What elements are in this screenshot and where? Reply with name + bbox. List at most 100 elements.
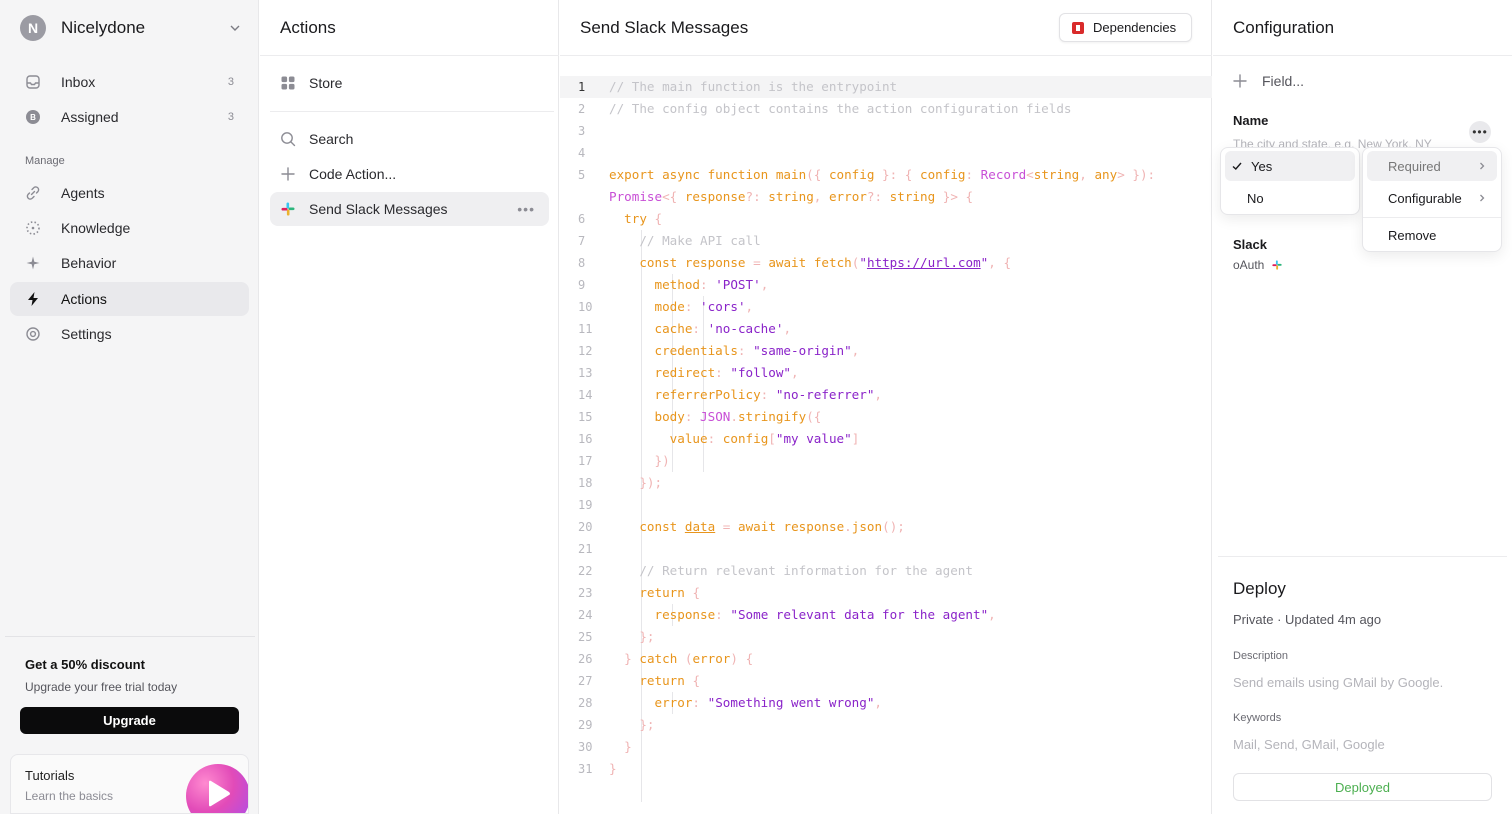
divider [1218,556,1507,557]
promo-subtitle: Upgrade your free trial today [25,680,178,694]
code-line: 27 return { [560,670,1212,692]
add-code-action-button[interactable]: Code Action... [270,157,549,191]
plus-icon [1233,74,1247,88]
field-name-label: Name [1233,113,1269,128]
tutorials-subtitle: Learn the basics [25,789,114,803]
line-number: 8 [578,256,586,270]
deploy-meta: Private · Updated 4m ago [1233,612,1382,627]
more-options-icon[interactable]: ••• [517,201,535,217]
line-number: 14 [578,388,593,402]
search-item[interactable]: Search [270,122,549,156]
slack-auth-label: oAuth [1233,258,1265,272]
search-label: Search [309,131,354,147]
line-number: 15 [578,410,593,424]
menu-item-label: Remove [1388,227,1437,243]
menu-item-label: Required [1388,158,1441,174]
sidebar-item-label: Agents [61,185,105,201]
line-number: 21 [578,542,593,556]
code-area[interactable]: 1// The main function is the entrypoint … [560,76,1212,802]
sidebar-item-inbox[interactable]: Inbox 3 [10,65,249,99]
menu-item-remove[interactable]: Remove [1367,220,1497,250]
line-number: 4 [578,146,586,160]
sidebar-item-agents[interactable]: Agents [10,176,249,210]
svg-text:B: B [30,113,36,122]
deployed-button[interactable]: Deployed [1233,773,1492,801]
npm-icon [1072,21,1084,34]
code-line: 9 method: 'POST', [560,274,1212,296]
dotted-circle-icon [25,220,41,236]
divider [560,55,1212,56]
panel-title: Configuration [1233,18,1335,37]
line-number: 10 [578,300,593,314]
action-item-label: Send Slack Messages [309,201,448,217]
tutorials-card[interactable]: Tutorials Learn the basics [10,754,249,814]
sidebar-item-settings[interactable]: Settings [10,317,249,351]
code-line: 3 [560,120,1212,142]
keywords-value[interactable]: Mail, Send, GMail, Google [1233,737,1385,752]
editor-title: Send Slack Messages [580,18,749,37]
description-value[interactable]: Send emails using GMail by Google. [1233,675,1443,690]
line-number: 3 [578,124,586,138]
line-number: 22 [578,564,593,578]
sidebar-item-knowledge[interactable]: Knowledge [10,211,249,245]
divider [1213,55,1512,56]
line-number: 20 [578,520,593,534]
field-more-options-button[interactable]: ••• [1469,121,1491,143]
menu-item-no[interactable]: No [1225,183,1355,213]
upgrade-button[interactable]: Upgrade [20,707,239,734]
sidebar: N Nicelydone Inbox 3 B Assigned 3 Manage… [0,0,259,814]
menu-item-configurable[interactable]: Configurable [1367,183,1497,213]
store-item[interactable]: Store [270,66,549,100]
code-line: 12 credentials: "same-origin", [560,340,1212,362]
code-line: 15 body: JSON.stringify({ [560,406,1212,428]
dependencies-button[interactable]: Dependencies [1059,13,1192,42]
field-options-menu: Required Configurable Remove [1362,147,1502,252]
line-number: 29 [578,718,593,732]
sidebar-item-assigned[interactable]: B Assigned 3 [10,100,249,134]
inbox-icon [25,74,41,90]
chevron-down-icon [230,25,240,31]
required-submenu: Yes No [1220,147,1360,215]
plus-icon [280,166,296,182]
sidebar-item-label: Actions [61,291,107,307]
code-line: 8 const response = await fetch("https://… [560,252,1212,274]
play-icon[interactable] [186,764,248,813]
code-line: 22 // Return relevant information for th… [560,560,1212,582]
upgrade-promo: Get a 50% discount Upgrade your free tri… [5,636,255,752]
configuration-panel: Configuration Field... Name The city and… [1213,0,1512,814]
line-number: 5 [578,168,586,182]
tutorials-title: Tutorials [25,768,75,783]
code-line: 16 value: config["my value"] [560,428,1212,450]
chevron-right-icon [1480,162,1485,170]
code-line: 23 return { [560,582,1212,604]
sparkle-icon [25,255,41,271]
menu-item-label: No [1247,190,1264,206]
code-line: 31} [560,758,1212,780]
line-number: 25 [578,630,593,644]
code-line: 29 }; [560,714,1212,736]
sidebar-item-label: Assigned [61,109,119,125]
add-field-button[interactable]: Field... [1233,73,1304,89]
code-line: 26 } catch (error) { [560,648,1212,670]
avatar: N [20,15,46,41]
store-label: Store [309,75,343,91]
field-slack-label: Slack [1233,237,1267,252]
sidebar-item-behavior[interactable]: Behavior [10,246,249,280]
line-number: 27 [578,674,593,688]
slack-icon [280,201,296,217]
panel-title: Actions [280,18,336,37]
action-item-send-slack[interactable]: Send Slack Messages ••• [270,192,549,226]
workspace-switcher[interactable]: N Nicelydone [20,15,242,41]
menu-item-yes[interactable]: Yes [1225,151,1355,181]
link-icon [25,185,41,201]
line-number: 28 [578,696,593,710]
search-icon [280,131,296,147]
sidebar-item-actions[interactable]: Actions [10,282,249,316]
divider [270,111,554,112]
code-line: Promise<{ response?: string, error?: str… [609,189,974,204]
menu-item-required[interactable]: Required [1367,151,1497,181]
line-number: 11 [578,322,593,336]
line-number: 12 [578,344,593,358]
slack-icon [1272,260,1282,270]
section-label-manage: Manage [25,155,65,167]
